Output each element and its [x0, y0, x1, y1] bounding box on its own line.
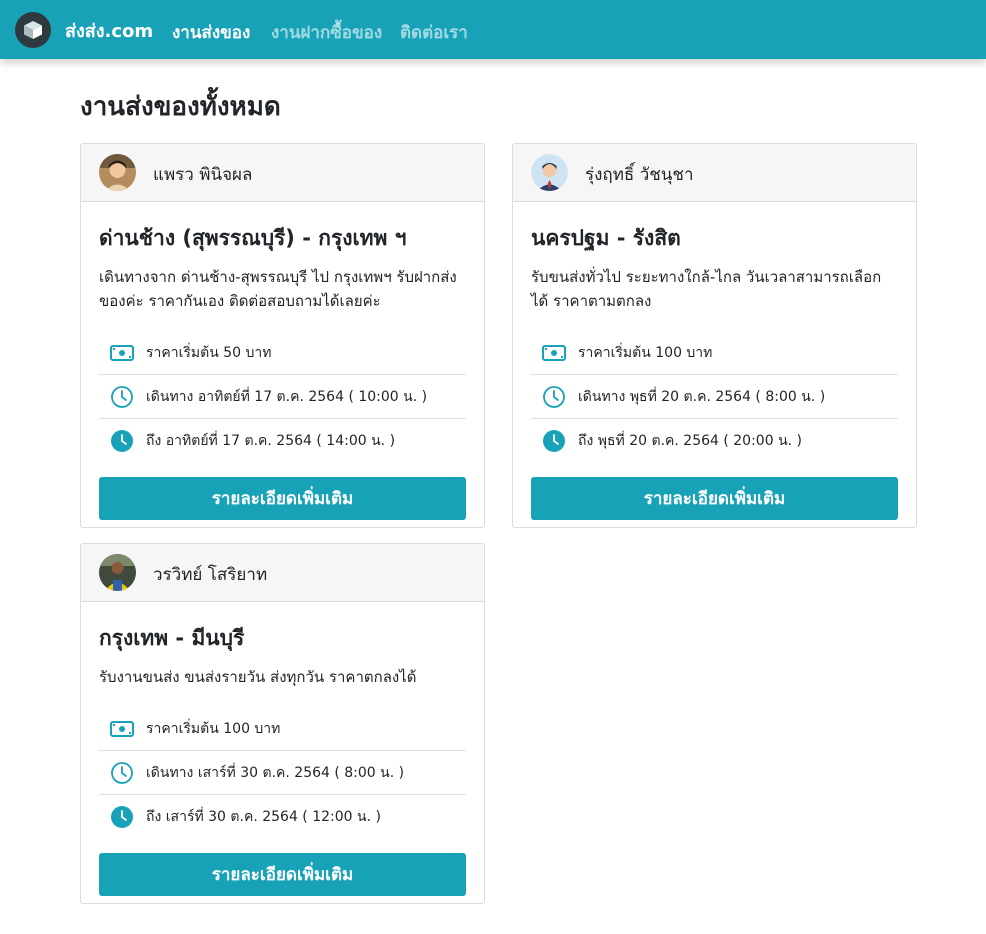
- depart-row: เดินทาง พุธที่ 20 ต.ค. 2564 ( 8:00 น. ): [531, 375, 898, 419]
- top-navbar: ส่งส่ง.com งานส่งของ งานฝากซื้อของ ติดต่…: [0, 0, 986, 59]
- owner-name: รุ่งฤทธิ์ วัชนุชา: [585, 165, 694, 185]
- price-text: ราคาเริ่มต้น 100 บาท: [146, 720, 281, 737]
- clock-filled-icon: [540, 429, 568, 453]
- depart-text: เดินทาง พุธที่ 20 ต.ค. 2564 ( 8:00 น. ): [578, 388, 826, 405]
- job-description: รับงานขนส่ง ขนส่งรายวัน ส่งทุกวัน ราคาตก…: [99, 668, 417, 686]
- job-route: นครปฐม - รังสิต: [531, 226, 681, 250]
- nav-link-delivery-jobs[interactable]: งานส่งของ: [172, 19, 250, 46]
- details-button[interactable]: รายละเอียดเพิ่มเติม: [99, 477, 466, 520]
- details-button[interactable]: รายละเอียดเพิ่มเติม: [531, 477, 898, 520]
- money-icon: [108, 341, 136, 365]
- arrive-text: ถึง เสาร์ที่ 30 ต.ค. 2564 ( 12:00 น. ): [146, 809, 381, 825]
- money-icon: [108, 717, 136, 741]
- job-route: กรุงเทพ - มีนบุรี: [99, 626, 245, 650]
- arrive-row: ถึง พุธที่ 20 ต.ค. 2564 ( 20:00 น. ): [531, 419, 898, 463]
- price-text: ราคาเริ่มต้น 100 บาท: [578, 344, 713, 361]
- depart-row: เดินทาง เสาร์ที่ 30 ต.ค. 2564 ( 8:00 น. …: [99, 751, 466, 795]
- clock-outline-icon: [108, 761, 136, 785]
- clock-outline-icon: [108, 385, 136, 409]
- arrive-row: ถึง อาทิตย์ที่ 17 ต.ค. 2564 ( 14:00 น. ): [99, 419, 466, 463]
- price-row: ราคาเริ่มต้น 100 บาท: [531, 331, 898, 375]
- arrive-row: ถึง เสาร์ที่ 30 ต.ค. 2564 ( 12:00 น. ): [99, 795, 466, 839]
- nav-link-contact[interactable]: ติดต่อเรา: [400, 19, 468, 46]
- price-text: ราคาเริ่มต้น 50 บาท: [146, 344, 272, 361]
- job-card-header: วรวิทย์ โสริยาท: [81, 544, 484, 602]
- clock-filled-icon: [108, 805, 136, 829]
- avatar: [531, 154, 568, 191]
- job-card: รุ่งฤทธิ์ วัชนุชา นครปฐม - รังสิต รับขนส…: [512, 143, 917, 528]
- details-button[interactable]: รายละเอียดเพิ่มเติม: [99, 853, 466, 896]
- depart-text: เดินทาง อาทิตย์ที่ 17 ต.ค. 2564 ( 10:00 …: [146, 388, 428, 405]
- avatar: [99, 154, 136, 191]
- job-card-header: รุ่งฤทธิ์ วัชนุชา: [513, 144, 916, 202]
- price-row: ราคาเริ่มต้น 100 บาท: [99, 707, 466, 751]
- job-card: แพรว พินิจผล ด่านช้าง (สุพรรณบุรี) - กรุ…: [80, 143, 485, 528]
- job-description: รับขนส่งทั่วไป ระยะทางใกล้-ไกล วันเวลาสา…: [531, 268, 882, 310]
- job-route: ด่านช้าง (สุพรรณบุรี) - กรุงเทพ ฯ: [99, 226, 407, 250]
- clock-outline-icon: [540, 385, 568, 409]
- owner-name: แพรว พินิจผล: [153, 165, 253, 185]
- price-row: ราคาเริ่มต้น 50 บาท: [99, 331, 466, 375]
- clock-filled-icon: [108, 429, 136, 453]
- avatar: [99, 554, 136, 591]
- page-title: งานส่งของทั้งหมด: [80, 92, 281, 122]
- job-description: เดินทางจาก ด่านช้าง-สุพรรณบุรี ไป กรุงเท…: [99, 268, 457, 310]
- nav-link-purchase-jobs[interactable]: งานฝากซื้อของ: [271, 19, 382, 46]
- brand-logo-icon[interactable]: [15, 12, 51, 48]
- brand-name[interactable]: ส่งส่ง.com: [65, 16, 153, 45]
- arrive-text: ถึง พุธที่ 20 ต.ค. 2564 ( 20:00 น. ): [578, 433, 803, 449]
- owner-name: วรวิทย์ โสริยาท: [153, 565, 268, 585]
- depart-text: เดินทาง เสาร์ที่ 30 ต.ค. 2564 ( 8:00 น. …: [146, 764, 405, 781]
- job-card: วรวิทย์ โสริยาท กรุงเทพ - มีนบุรี รับงาน…: [80, 543, 485, 904]
- arrive-text: ถึง อาทิตย์ที่ 17 ต.ค. 2564 ( 14:00 น. ): [146, 433, 396, 449]
- money-icon: [540, 341, 568, 365]
- depart-row: เดินทาง อาทิตย์ที่ 17 ต.ค. 2564 ( 10:00 …: [99, 375, 466, 419]
- job-card-header: แพรว พินิจผล: [81, 144, 484, 202]
